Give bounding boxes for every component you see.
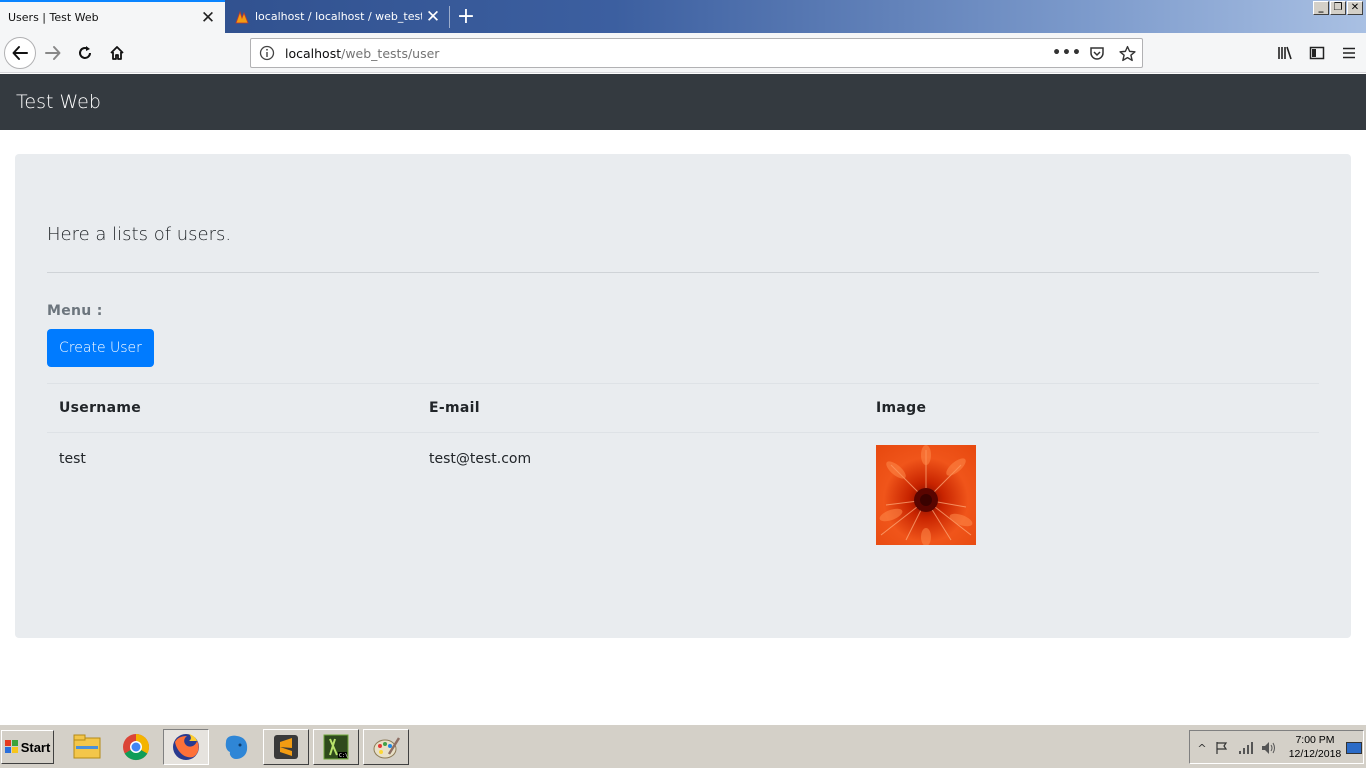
- phpmyadmin-icon: [235, 10, 249, 23]
- tab-users-test-web[interactable]: Users | Test Web ✕: [0, 0, 225, 33]
- jumbotron: Here a lists of users. Menu : Create Use…: [15, 154, 1351, 638]
- table-row: test test@test.com: [47, 433, 1319, 563]
- browser-toolbar: localhost/web_tests/user •••: [0, 33, 1366, 73]
- volume-icon[interactable]: [1261, 740, 1277, 756]
- system-tray: ^ 7:00 PM 12/12/2018: [1189, 730, 1364, 764]
- header-email: E-mail: [429, 400, 480, 416]
- start-button[interactable]: Start: [1, 730, 54, 764]
- file-explorer-icon[interactable]: [64, 729, 110, 765]
- lead-text: Here a lists of users.: [47, 224, 232, 245]
- url-bar[interactable]: localhost/web_tests/user •••: [250, 38, 1143, 68]
- tab-title: localhost / localhost / web_tests |: [255, 10, 422, 23]
- clock-time: 7:00 PM: [1295, 734, 1335, 746]
- info-icon[interactable]: [259, 45, 275, 61]
- star-icon[interactable]: [1118, 44, 1136, 62]
- table-header: Username E-mail Image: [47, 383, 1319, 433]
- browser-tab-strip: Users | Test Web ✕ localhost / localhost…: [0, 0, 1366, 33]
- taskbar: Start C:\ ^ 7:00 PM 12/12/2018: [0, 724, 1366, 768]
- network-icon[interactable]: [1238, 740, 1254, 756]
- reload-button[interactable]: [69, 37, 101, 69]
- show-desktop-icon[interactable]: [1346, 740, 1362, 756]
- home-icon: [110, 46, 124, 60]
- tab-phpmyadmin[interactable]: localhost / localhost / web_tests | ✕: [225, 0, 450, 33]
- new-tab-icon[interactable]: +: [454, 4, 478, 29]
- url-path: /web_tests/user: [341, 45, 440, 61]
- close-tab-icon[interactable]: ✕: [422, 6, 444, 28]
- reload-icon: [79, 46, 91, 59]
- arrow-right-icon: [45, 46, 61, 60]
- arrow-left-icon: [12, 46, 28, 60]
- header-username: Username: [59, 400, 141, 416]
- windows-logo-icon: [4, 740, 18, 753]
- cell-email: test@test.com: [429, 451, 532, 467]
- url-actions: •••: [1052, 44, 1136, 62]
- url-host: localhost: [285, 45, 342, 61]
- pocket-icon[interactable]: [1088, 44, 1106, 62]
- chrome-icon[interactable]: [113, 729, 159, 765]
- sidebar-icon[interactable]: [1308, 41, 1326, 65]
- close-window-icon[interactable]: ✕: [1347, 1, 1363, 15]
- window-controls: _ ❐ ✕: [1313, 1, 1363, 15]
- start-label: Start: [20, 739, 51, 755]
- evernote-icon[interactable]: [213, 729, 259, 765]
- chevron-up-icon[interactable]: ^: [1194, 740, 1210, 756]
- sublime-text-icon[interactable]: [263, 729, 309, 765]
- firefox-icon[interactable]: [163, 729, 209, 765]
- tab-title: Users | Test Web: [8, 11, 99, 24]
- back-button[interactable]: [4, 37, 36, 69]
- ellipsis-icon[interactable]: •••: [1052, 44, 1081, 62]
- users-table: Username E-mail Image test test@test.com: [47, 383, 1319, 563]
- paint-icon[interactable]: [363, 729, 409, 765]
- library-icon[interactable]: [1276, 41, 1294, 65]
- header-image: Image: [876, 400, 927, 416]
- home-button[interactable]: [101, 37, 133, 69]
- hamburger-icon[interactable]: [1340, 41, 1358, 65]
- flag-icon[interactable]: [1214, 740, 1230, 756]
- url-text[interactable]: localhost/web_tests/user: [285, 46, 1058, 61]
- toolbar-right: [1276, 41, 1358, 65]
- create-user-button[interactable]: Create User: [47, 329, 154, 367]
- minimize-icon[interactable]: _: [1313, 1, 1329, 15]
- menu-label: Menu :: [47, 303, 103, 319]
- restore-icon[interactable]: ❐: [1330, 1, 1346, 15]
- tab-separator: [449, 6, 450, 28]
- flower-thumbnail: [876, 445, 976, 545]
- brand-link[interactable]: Test Web: [16, 91, 101, 113]
- forward-button[interactable]: [37, 37, 69, 69]
- close-tab-icon[interactable]: ✕: [197, 7, 219, 29]
- site-navbar: Test Web: [0, 74, 1366, 130]
- clock-date: 12/12/2018: [1288, 748, 1342, 760]
- svg-text:C:\: C:\: [339, 753, 348, 759]
- cell-username: test: [59, 451, 86, 467]
- divider: [47, 272, 1319, 273]
- clock[interactable]: 7:00 PM 12/12/2018: [1284, 733, 1346, 761]
- terminal-icon[interactable]: C:\: [313, 729, 359, 765]
